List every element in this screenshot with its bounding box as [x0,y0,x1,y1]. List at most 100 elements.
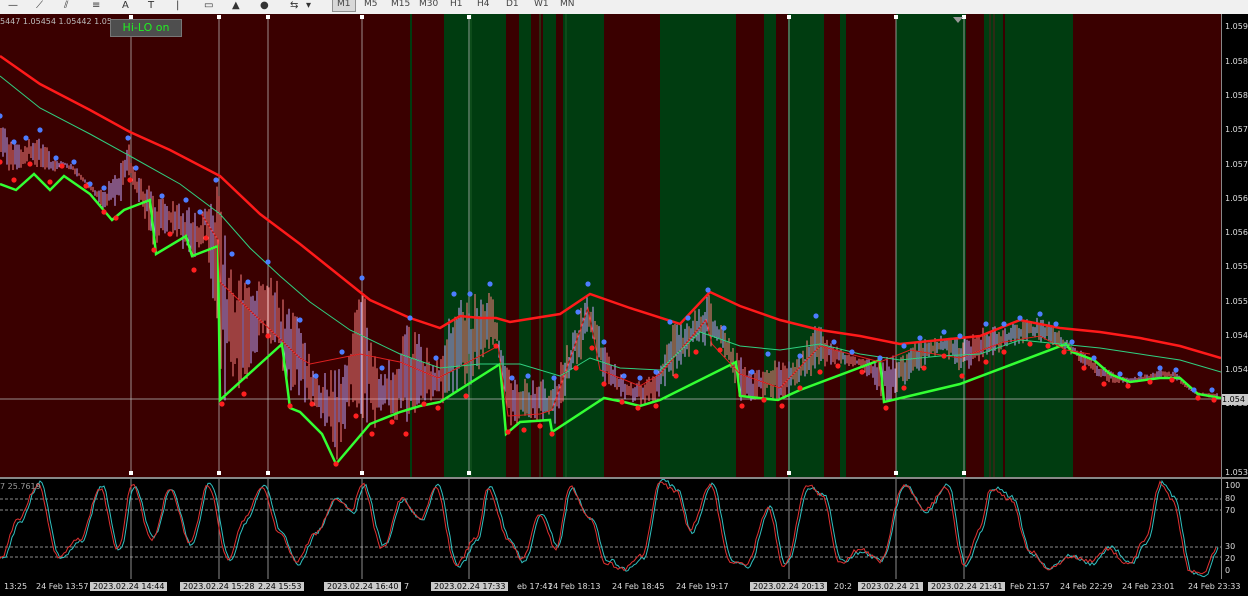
low-pivot-dot [287,403,293,409]
marker-handle [962,471,966,475]
low-pivot-dot [1147,379,1153,385]
high-pivot-dot [451,291,457,297]
time-tick-label: 24 Feb 18:13 [548,582,601,591]
timeframe-h1[interactable]: H1 [446,0,467,11]
high-pivot-dot [705,287,711,293]
high-pivot-dot [71,159,77,165]
high-pivot-dot [133,165,139,171]
ellipse-icon[interactable]: ● [260,0,269,13]
osc-level-label: 100 [1225,481,1241,490]
triangle-icon[interactable]: ▲ [232,0,240,13]
osc-level-label: 0 [1225,566,1231,575]
bullish-zone [1005,14,1073,477]
time-tick-label: 2023.02.24 14:44 [90,582,168,591]
rectangle-icon[interactable]: ▭ [204,0,213,13]
timeframe-d1[interactable]: D1 [502,0,523,11]
marker-handle [894,15,898,19]
high-pivot-dot [509,375,515,381]
marker-handle [467,15,471,19]
price-tick-label: 1.054 [1225,331,1248,340]
high-pivot-dot [667,319,673,325]
high-pivot-dot [1091,355,1097,361]
time-tick-label: 2.24 15:53 [255,582,305,591]
high-pivot-dot [265,259,271,265]
high-pivot-dot [813,313,819,319]
timeframe-m30[interactable]: M30 [415,0,442,11]
timeframe-h4[interactable]: H4 [473,0,494,11]
high-pivot-dot [101,185,107,191]
timeframe-mn[interactable]: MN [556,0,579,11]
hilo-toggle-button[interactable]: Hi-LO on [110,19,182,37]
low-pivot-dot [389,419,395,425]
high-pivot-dot [849,349,855,355]
low-pivot-dot [47,179,53,185]
high-pivot-dot [53,155,59,161]
low-pivot-dot [203,235,209,241]
low-pivot-dot [1061,349,1067,355]
high-pivot-dot [941,329,947,335]
high-pivot-dot [1069,339,1075,345]
high-pivot-dot [551,375,557,381]
low-pivot-dot [537,423,543,429]
label-icon[interactable]: T [148,0,154,13]
low-pivot-dot [921,365,927,371]
timeframe-m5[interactable]: M5 [360,0,382,11]
high-pivot-dot [1157,365,1163,371]
low-pivot-dot [859,369,865,375]
low-pivot-dot [463,393,469,399]
low-pivot-dot [983,359,989,365]
time-tick-label: 20:2 [834,582,852,591]
bullish-zone [788,14,824,477]
timeframe-m15[interactable]: M15 [387,0,414,11]
high-pivot-dot [229,251,235,257]
marker-handle [217,471,221,475]
price-tick-label: 1.057 [1225,125,1248,134]
trendline-icon[interactable]: ⟋ [36,0,43,13]
channel-icon[interactable]: ⫽ [64,0,68,13]
low-pivot-dot [549,431,555,437]
high-pivot-dot [721,325,727,331]
time-tick-label: 13:25 [4,582,28,591]
osc-level-label: 30 [1225,542,1236,551]
text-icon[interactable]: A [122,0,129,13]
low-pivot-dot [1195,395,1201,401]
time-tick-label: 24 Feb 23:33 [1188,582,1241,591]
high-pivot-dot [621,373,627,379]
fibo-icon[interactable]: ≡ [92,0,100,13]
low-pivot-dot [191,267,197,273]
timeframe-m1[interactable]: M1 [332,0,356,12]
high-pivot-dot [1137,371,1143,377]
high-pivot-dot [339,349,345,355]
osc-level-label: 20 [1225,554,1236,563]
time-tick-label: 2023.02.24 20:13 [750,582,828,591]
low-pivot-dot [1125,383,1131,389]
low-pivot-dot [421,401,427,407]
price-tick-label: 1.055 [1225,262,1248,271]
chevron-down-icon[interactable]: ▾ [306,0,311,13]
current-price-label: 1.054 [1222,394,1248,405]
hline-icon[interactable]: — [8,0,18,13]
price-tick-label: 1.053 [1225,468,1248,477]
time-tick-label: 24 Feb 13:57 [36,582,89,591]
high-pivot-dot [1053,321,1059,327]
price-tick-label: 1.055 [1225,297,1248,306]
timeframe-w1[interactable]: W1 [530,0,553,11]
low-pivot-dot [1169,377,1175,383]
marker-handle [129,471,133,475]
oscillator-panel[interactable] [0,479,1221,579]
low-pivot-dot [601,381,607,387]
high-pivot-dot [525,373,531,379]
low-pivot-dot [959,373,965,379]
low-pivot-dot [693,349,699,355]
low-pivot-dot [941,353,947,359]
time-tick-label: 2023.02.24 16:40 [324,582,402,591]
arrows-icon[interactable]: ⇆ [290,0,298,13]
low-pivot-dot [493,343,499,349]
high-pivot-dot [1017,315,1023,321]
low-pivot-dot [353,413,359,419]
high-pivot-dot [575,309,581,315]
oscillator-scale: 100 80 70 30 20 0 [1221,479,1248,579]
bullish-zone [444,14,506,477]
price-chart[interactable] [0,14,1221,477]
price-scale[interactable]: 1.059 1.058 1.058 1.057 1.057 1.056 1.056 1.055… [1221,14,1248,477]
